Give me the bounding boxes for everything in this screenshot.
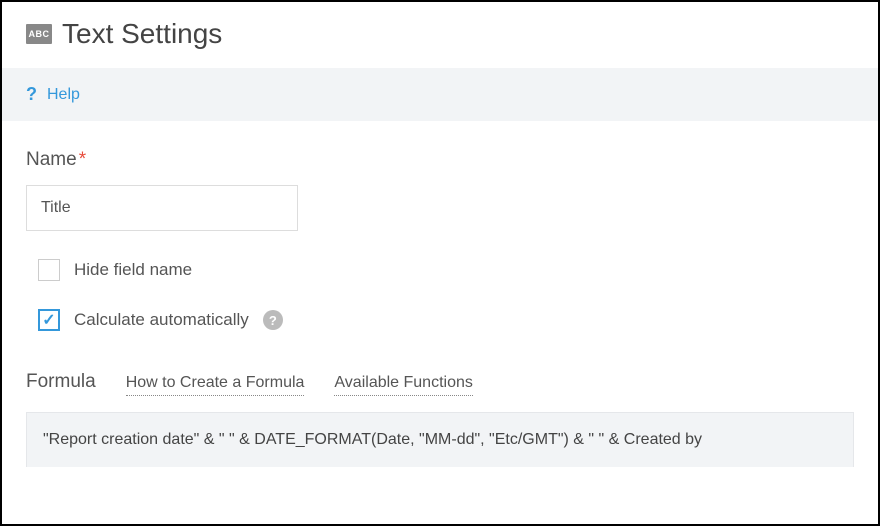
calc-auto-label: Calculate automatically	[74, 310, 249, 330]
name-label: Name*	[26, 149, 854, 171]
name-input[interactable]	[26, 185, 298, 231]
formula-section: Formula How to Create a Formula Availabl…	[26, 371, 854, 467]
formula-input[interactable]: "Report creation date" & " " & DATE_FORM…	[26, 412, 854, 467]
page-header: ABC Text Settings	[2, 2, 878, 68]
calc-auto-row: ✓ Calculate automatically ?	[38, 309, 854, 331]
calc-auto-checkbox[interactable]: ✓	[38, 309, 60, 331]
help-icon: ?	[26, 84, 37, 105]
checkmark-icon: ✓	[42, 310, 55, 330]
text-field-icon: ABC	[26, 24, 52, 44]
hide-field-checkbox[interactable]	[38, 259, 60, 281]
formula-label: Formula	[26, 371, 96, 393]
content-area: Name* Hide field name ✓ Calculate automa…	[2, 121, 878, 495]
hide-field-row: Hide field name	[38, 259, 854, 281]
help-bar[interactable]: ? Help	[2, 68, 878, 121]
formula-header: Formula How to Create a Formula Availabl…	[26, 371, 854, 396]
required-asterisk: *	[79, 149, 86, 170]
page-title: Text Settings	[62, 18, 222, 50]
hide-field-label: Hide field name	[74, 260, 192, 280]
available-functions-link[interactable]: Available Functions	[334, 374, 472, 396]
help-link[interactable]: Help	[47, 86, 80, 104]
info-icon[interactable]: ?	[263, 310, 283, 330]
how-to-create-link[interactable]: How to Create a Formula	[126, 374, 305, 396]
